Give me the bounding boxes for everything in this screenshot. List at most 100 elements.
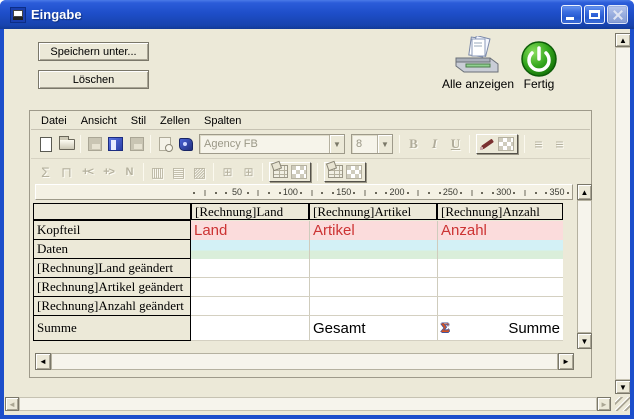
font-size-combo[interactable]: 8 ▼	[351, 134, 393, 154]
row-header-4[interactable]: [Rechnung]Anzahl geändert	[33, 296, 191, 316]
pattern-swatch	[346, 165, 362, 179]
pen-color-button[interactable]	[476, 134, 518, 154]
new-document-button[interactable]	[35, 134, 56, 155]
row-header-0[interactable]: Kopfteil	[33, 220, 191, 240]
close-button[interactable]	[607, 5, 628, 24]
ruler-tick	[365, 190, 366, 196]
cell-plain-0[interactable]	[191, 259, 309, 277]
cell-plain-2[interactable]	[437, 278, 563, 296]
cell-daten-0[interactable]	[191, 240, 309, 259]
separator	[469, 135, 470, 153]
menu-datei[interactable]: Datei	[34, 113, 74, 129]
sum-button[interactable]: Σ	[35, 161, 56, 182]
insert-column-right-button[interactable]: ⊞	[238, 161, 259, 182]
print-preview-button[interactable]	[154, 134, 175, 155]
minimize-button[interactable]	[561, 5, 582, 24]
ruler-tick	[215, 192, 217, 194]
summe-label: Summe	[454, 320, 561, 337]
table-rows-button[interactable]: ▤	[168, 161, 189, 182]
ruler: 50100150200250300350	[35, 184, 573, 200]
editor-scroll-up-button[interactable]: ▲	[577, 184, 592, 200]
editor-scroll-down-button[interactable]: ▼	[577, 333, 592, 349]
window-horizontal-scrollbar[interactable]	[19, 397, 597, 411]
save-as-button[interactable]: Speichern unter...	[38, 42, 149, 61]
editor-vertical-scrollbar[interactable]	[577, 200, 592, 333]
window-scroll-left-button[interactable]: ◄	[5, 397, 19, 411]
export-button[interactable]	[126, 134, 147, 155]
cell-kopfteil-2[interactable]: Anzahl	[437, 221, 563, 240]
resize-grip[interactable]	[615, 397, 630, 411]
ruler-tick	[407, 192, 409, 194]
underline-button[interactable]: U	[445, 134, 466, 155]
row-header-1[interactable]: Daten	[33, 239, 191, 259]
cell-kopfteil-1[interactable]: Artikel	[309, 221, 437, 240]
save-icon	[88, 137, 102, 151]
cell-kopfteil-0[interactable]: Land	[191, 221, 309, 240]
chevron-down-icon[interactable]: ▼	[377, 135, 392, 153]
editor-horizontal-scrollbar[interactable]	[51, 353, 558, 370]
maximize-button[interactable]	[584, 5, 605, 24]
pen-grid-button[interactable]	[269, 162, 311, 182]
title-bar[interactable]: Eingabe	[0, 0, 634, 29]
format-painter-icon	[179, 138, 193, 151]
group-button[interactable]: ⊓	[56, 161, 77, 182]
cell-plain-2[interactable]	[437, 259, 563, 277]
editor-scroll-right-button[interactable]: ►	[558, 353, 574, 370]
menu-ansicht[interactable]: Ansicht	[74, 113, 124, 129]
cell-summe-2[interactable]: ΣSumme	[437, 316, 563, 340]
cell-plain-1[interactable]	[309, 278, 437, 296]
font-family-combo[interactable]: Agency FB ▼	[199, 134, 345, 154]
bold-button[interactable]: B	[403, 134, 424, 155]
menu-zellen[interactable]: Zellen	[153, 113, 197, 129]
align-left-button[interactable]: ≡	[528, 134, 549, 155]
insert-before-button[interactable]: +<	[77, 161, 98, 182]
column-header-2[interactable]: [Rechnung]Anzahl	[437, 203, 563, 220]
window-scroll-down-button[interactable]: ▼	[615, 380, 630, 394]
cell-plain-1[interactable]	[309, 297, 437, 315]
italic-button[interactable]: I	[424, 134, 445, 155]
insert-after-button[interactable]: +>	[98, 161, 119, 182]
printer-icon	[450, 36, 505, 76]
save-style-button[interactable]	[105, 134, 126, 155]
open-button[interactable]	[56, 134, 77, 155]
menu-stil[interactable]: Stil	[124, 113, 153, 129]
insert-column-left-button[interactable]: ⊞	[217, 161, 238, 182]
row-header-5[interactable]: Summe	[33, 315, 191, 341]
cell-daten-2[interactable]	[437, 240, 563, 259]
column-header-0[interactable]: [Rechnung]Land	[191, 203, 309, 220]
window-scroll-up-button[interactable]: ▲	[615, 33, 630, 47]
separator	[80, 135, 81, 153]
done-button[interactable]	[520, 40, 558, 78]
menu-spalten[interactable]: Spalten	[197, 113, 248, 129]
align-justify-button[interactable]: ≡	[549, 134, 570, 155]
chevron-down-icon[interactable]: ▼	[329, 135, 344, 153]
cell-daten-1[interactable]	[309, 240, 437, 259]
records-button[interactable]: N	[119, 161, 140, 182]
pen-rows-button[interactable]	[324, 162, 366, 182]
save-button[interactable]	[84, 134, 105, 155]
cell-summe-0[interactable]	[191, 316, 309, 340]
cell-plain-0[interactable]	[191, 297, 309, 315]
format-painter-button[interactable]	[175, 134, 196, 155]
corner-header-cell[interactable]	[33, 203, 191, 220]
ruler-tick	[258, 190, 259, 196]
show-all-button[interactable]	[450, 36, 505, 76]
window-scroll-right-button[interactable]: ►	[597, 397, 611, 411]
cell-plain-2[interactable]	[437, 297, 563, 315]
table-pattern-button[interactable]: ▨	[189, 161, 210, 182]
row-header-3[interactable]: [Rechnung]Artikel geändert	[33, 277, 191, 297]
cell-plain-1[interactable]	[309, 259, 437, 277]
delete-button[interactable]: Löschen	[38, 70, 149, 89]
cell-summe-1[interactable]: Gesamt	[309, 316, 437, 340]
row-header-2[interactable]: [Rechnung]Land geändert	[33, 258, 191, 278]
font-size-value: 8	[352, 138, 377, 150]
ruler-tick	[481, 192, 483, 194]
column-header-1[interactable]: [Rechnung]Artikel	[309, 203, 437, 220]
up-arrow-icon: ▲	[619, 36, 627, 45]
editor-scroll-left-button[interactable]: ◄	[35, 353, 51, 370]
window-vertical-scrollbar[interactable]	[615, 47, 630, 380]
band-row-plain	[191, 297, 563, 316]
table-columns-button[interactable]: ▥	[147, 161, 168, 182]
separator	[317, 163, 318, 181]
cell-plain-0[interactable]	[191, 278, 309, 296]
